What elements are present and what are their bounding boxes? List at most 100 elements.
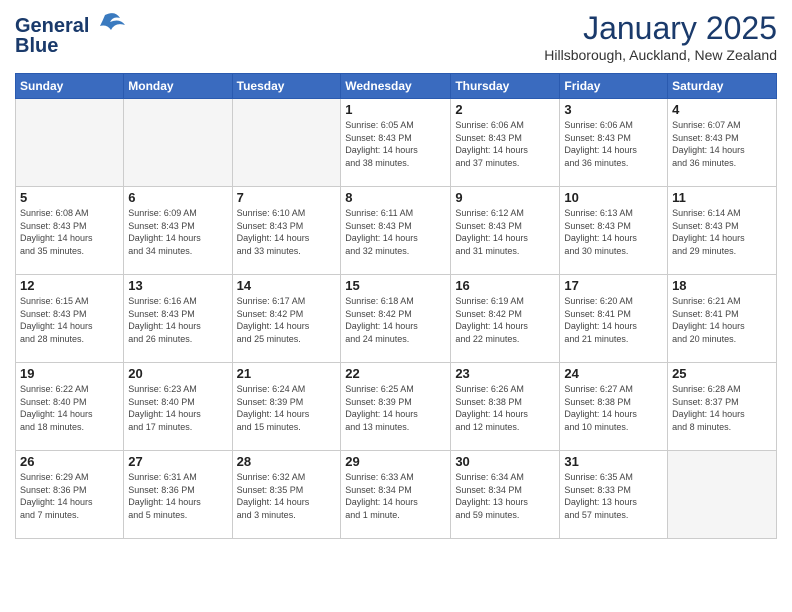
day-number: 14: [237, 278, 337, 293]
calendar-cell: 4 Sunrise: 6:07 AMSunset: 8:43 PMDaylight…: [668, 99, 777, 187]
day-info: Sunrise: 6:14 AMSunset: 8:43 PMDaylight:…: [672, 207, 772, 257]
calendar-cell: [16, 99, 124, 187]
calendar-cell: 23Sunrise: 6:26 AMSunset: 8:38 PMDayligh…: [451, 363, 560, 451]
svg-text:General: General: [15, 15, 89, 37]
day-info: Sunrise: 6:05 AMSunset: 8:43 PMDaylight:…: [345, 119, 446, 169]
header: General Blue January 2025 Hillsborough, …: [15, 10, 777, 65]
calendar-cell: 10Sunrise: 6:13 AMSunset: 8:43 PMDayligh…: [560, 187, 668, 275]
calendar-cell: 14 Sunrise: 6:17 AMSunset: 8:42 PMDayligh…: [232, 275, 341, 363]
day-info: Sunrise: 6:23 AMSunset: 8:40 PMDaylight:…: [128, 383, 227, 433]
day-info: Sunrise: 6:28 AMSunset: 8:37 PMDaylight:…: [672, 383, 772, 433]
calendar-cell: 24Sunrise: 6:27 AMSunset: 8:38 PMDayligh…: [560, 363, 668, 451]
calendar-body: 1 Sunrise: 6:05 AMSunset: 8:43 PMDaylight…: [16, 99, 777, 539]
day-info: Sunrise: 6:32 AMSunset: 8:35 PMDaylight:…: [237, 471, 337, 521]
day-number: 1: [345, 102, 446, 117]
day-info: Sunrise: 6:13 AMSunset: 8:43 PMDaylight:…: [564, 207, 663, 257]
calendar-cell: 12Sunrise: 6:15 AMSunset: 8:43 PMDayligh…: [16, 275, 124, 363]
calendar-cell: 22Sunrise: 6:25 AMSunset: 8:39 PMDayligh…: [341, 363, 451, 451]
day-number: 26: [20, 454, 119, 469]
weekday-header-monday: Monday: [124, 74, 232, 99]
weekday-header-friday: Friday: [560, 74, 668, 99]
day-info: Sunrise: 6:34 AMSunset: 8:34 PMDaylight:…: [455, 471, 555, 521]
weekday-header-thursday: Thursday: [451, 74, 560, 99]
calendar-cell: 18 Sunrise: 6:21 AMSunset: 8:41 PMDayligh…: [668, 275, 777, 363]
calendar-cell: 29 Sunrise: 6:33 AMSunset: 8:34 PMDayligh…: [341, 451, 451, 539]
calendar-cell: [124, 99, 232, 187]
weekday-header-saturday: Saturday: [668, 74, 777, 99]
logo-text: General Blue: [15, 10, 125, 65]
calendar-cell: 16 Sunrise: 6:19 AMSunset: 8:42 PMDayligh…: [451, 275, 560, 363]
day-number: 24: [564, 366, 663, 381]
calendar-cell: 19Sunrise: 6:22 AMSunset: 8:40 PMDayligh…: [16, 363, 124, 451]
day-info: Sunrise: 6:35 AMSunset: 8:33 PMDaylight:…: [564, 471, 663, 521]
calendar-cell: 25 Sunrise: 6:28 AMSunset: 8:37 PMDayligh…: [668, 363, 777, 451]
day-number: 11: [672, 190, 772, 205]
calendar-cell: 15Sunrise: 6:18 AMSunset: 8:42 PMDayligh…: [341, 275, 451, 363]
day-info: Sunrise: 6:15 AMSunset: 8:43 PMDaylight:…: [20, 295, 119, 345]
day-info: Sunrise: 6:21 AMSunset: 8:41 PMDaylight:…: [672, 295, 772, 345]
day-number: 25: [672, 366, 772, 381]
calendar-cell: 1 Sunrise: 6:05 AMSunset: 8:43 PMDaylight…: [341, 99, 451, 187]
title-block: January 2025 Hillsborough, Auckland, New…: [544, 10, 777, 63]
location-subtitle: Hillsborough, Auckland, New Zealand: [544, 47, 777, 63]
day-number: 21: [237, 366, 337, 381]
day-number: 30: [455, 454, 555, 469]
calendar-cell: 9 Sunrise: 6:12 AMSunset: 8:43 PMDaylight…: [451, 187, 560, 275]
day-info: Sunrise: 6:17 AMSunset: 8:42 PMDaylight:…: [237, 295, 337, 345]
day-info: Sunrise: 6:10 AMSunset: 8:43 PMDaylight:…: [237, 207, 337, 257]
day-info: Sunrise: 6:29 AMSunset: 8:36 PMDaylight:…: [20, 471, 119, 521]
day-number: 9: [455, 190, 555, 205]
calendar-week-3: 12Sunrise: 6:15 AMSunset: 8:43 PMDayligh…: [16, 275, 777, 363]
day-number: 15: [345, 278, 446, 293]
day-number: 20: [128, 366, 227, 381]
calendar-cell: [668, 451, 777, 539]
day-info: Sunrise: 6:31 AMSunset: 8:36 PMDaylight:…: [128, 471, 227, 521]
calendar-cell: 17Sunrise: 6:20 AMSunset: 8:41 PMDayligh…: [560, 275, 668, 363]
day-info: Sunrise: 6:24 AMSunset: 8:39 PMDaylight:…: [237, 383, 337, 433]
day-info: Sunrise: 6:06 AMSunset: 8:43 PMDaylight:…: [564, 119, 663, 169]
day-number: 16: [455, 278, 555, 293]
day-info: Sunrise: 6:19 AMSunset: 8:42 PMDaylight:…: [455, 295, 555, 345]
weekday-header-sunday: Sunday: [16, 74, 124, 99]
calendar-cell: 11 Sunrise: 6:14 AMSunset: 8:43 PMDayligh…: [668, 187, 777, 275]
calendar-cell: 27Sunrise: 6:31 AMSunset: 8:36 PMDayligh…: [124, 451, 232, 539]
calendar-week-5: 26 Sunrise: 6:29 AMSunset: 8:36 PMDayligh…: [16, 451, 777, 539]
calendar-cell: 21 Sunrise: 6:24 AMSunset: 8:39 PMDayligh…: [232, 363, 341, 451]
month-title: January 2025: [544, 10, 777, 47]
svg-text:Blue: Blue: [15, 35, 58, 57]
calendar-cell: 5 Sunrise: 6:08 AMSunset: 8:43 PMDaylight…: [16, 187, 124, 275]
day-number: 28: [237, 454, 337, 469]
calendar-cell: 31 Sunrise: 6:35 AMSunset: 8:33 PMDayligh…: [560, 451, 668, 539]
calendar-cell: 20 Sunrise: 6:23 AMSunset: 8:40 PMDayligh…: [124, 363, 232, 451]
calendar-cell: [232, 99, 341, 187]
day-number: 3: [564, 102, 663, 117]
calendar-table: SundayMondayTuesdayWednesdayThursdayFrid…: [15, 73, 777, 539]
day-number: 6: [128, 190, 227, 205]
calendar-cell: 26 Sunrise: 6:29 AMSunset: 8:36 PMDayligh…: [16, 451, 124, 539]
calendar-cell: 28 Sunrise: 6:32 AMSunset: 8:35 PMDayligh…: [232, 451, 341, 539]
day-number: 18: [672, 278, 772, 293]
calendar-cell: 30 Sunrise: 6:34 AMSunset: 8:34 PMDayligh…: [451, 451, 560, 539]
day-info: Sunrise: 6:33 AMSunset: 8:34 PMDaylight:…: [345, 471, 446, 521]
day-info: Sunrise: 6:11 AMSunset: 8:43 PMDaylight:…: [345, 207, 446, 257]
day-info: Sunrise: 6:12 AMSunset: 8:43 PMDaylight:…: [455, 207, 555, 257]
day-number: 8: [345, 190, 446, 205]
day-info: Sunrise: 6:20 AMSunset: 8:41 PMDaylight:…: [564, 295, 663, 345]
calendar-cell: 13Sunrise: 6:16 AMSunset: 8:43 PMDayligh…: [124, 275, 232, 363]
day-number: 31: [564, 454, 663, 469]
calendar-cell: 7Sunrise: 6:10 AMSunset: 8:43 PMDaylight…: [232, 187, 341, 275]
day-info: Sunrise: 6:06 AMSunset: 8:43 PMDaylight:…: [455, 119, 555, 169]
page-container: General Blue January 2025 Hillsborough, …: [0, 0, 792, 549]
calendar-header-row: SundayMondayTuesdayWednesdayThursdayFrid…: [16, 74, 777, 99]
day-number: 5: [20, 190, 119, 205]
day-info: Sunrise: 6:09 AMSunset: 8:43 PMDaylight:…: [128, 207, 227, 257]
calendar-cell: 8 Sunrise: 6:11 AMSunset: 8:43 PMDaylight…: [341, 187, 451, 275]
day-number: 29: [345, 454, 446, 469]
day-info: Sunrise: 6:08 AMSunset: 8:43 PMDaylight:…: [20, 207, 119, 257]
day-number: 4: [672, 102, 772, 117]
weekday-header-tuesday: Tuesday: [232, 74, 341, 99]
day-number: 22: [345, 366, 446, 381]
day-info: Sunrise: 6:26 AMSunset: 8:38 PMDaylight:…: [455, 383, 555, 433]
day-number: 13: [128, 278, 227, 293]
day-info: Sunrise: 6:07 AMSunset: 8:43 PMDaylight:…: [672, 119, 772, 169]
